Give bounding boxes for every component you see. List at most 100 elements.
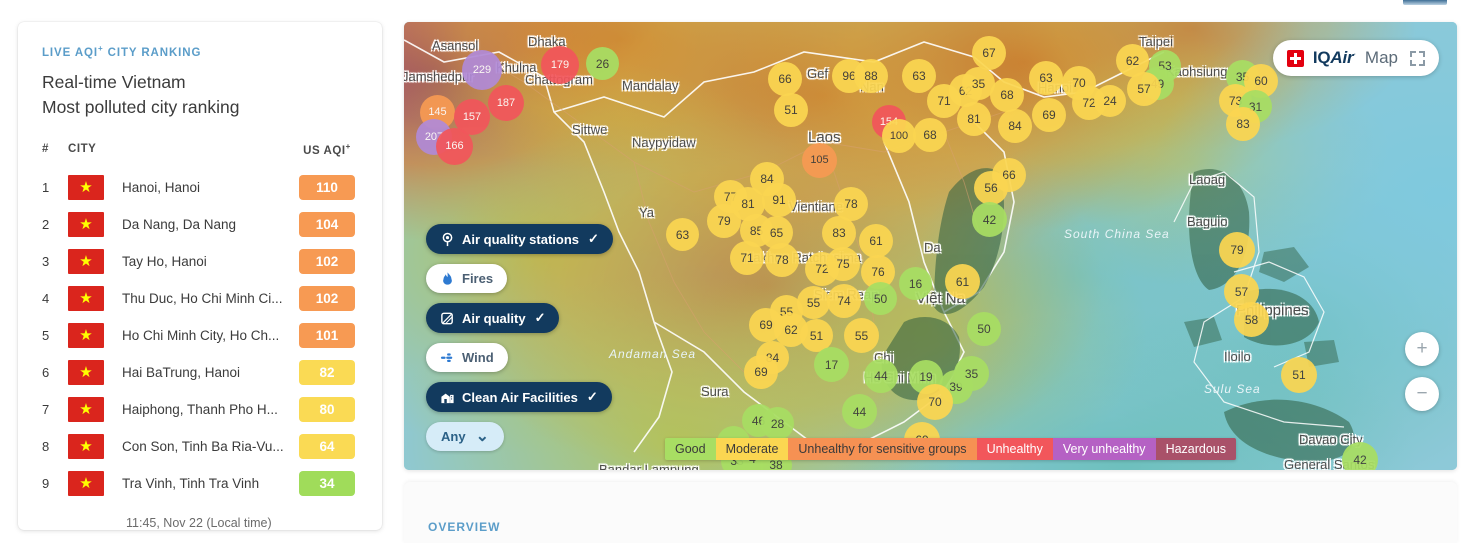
aqi-badge: 110 (299, 174, 355, 200)
layer-toggle-air-quality-stations[interactable]: Air quality stations ✓ (426, 224, 613, 254)
table-row[interactable]: 6 ★ Hai BaTrung, Hanoi 82 (42, 354, 358, 391)
iqair-map-badge[interactable]: IQAir· Map (1272, 40, 1439, 76)
city-name: Tay Ho, Hanoi (122, 253, 207, 269)
local-time-label: 11:45, Nov 22 (Local time) (126, 515, 272, 530)
row-city-cell: Da Nang, Da Nang (122, 206, 296, 243)
zoom-out-button[interactable]: − (1405, 377, 1439, 411)
station-marker[interactable]: 16 (899, 267, 932, 300)
layer-toggle-air-quality[interactable]: Air quality ✓ (426, 303, 560, 333)
legend-item: Unhealthy for sensitive groups (788, 438, 977, 460)
station-marker[interactable]: 57 (1127, 72, 1161, 106)
table-row[interactable]: 7 ★ Haiphong, Thanh Pho H... 80 (42, 391, 358, 428)
station-marker[interactable]: 71 (730, 241, 764, 275)
station-marker[interactable]: 70 (917, 384, 953, 420)
station-marker[interactable]: 74 (827, 284, 861, 318)
layer-toggle-wind[interactable]: Wind (426, 343, 508, 372)
station-marker[interactable]: 179 (541, 46, 579, 84)
vietnam-flag: ★ (68, 322, 104, 348)
row-rank: 5 (42, 327, 50, 343)
air-quality-map[interactable]: AsansolJamshedpurKhulnaDhakaChattogramMa… (404, 22, 1457, 470)
row-rank: 1 (42, 179, 50, 195)
station-marker[interactable]: 51 (1281, 357, 1317, 393)
station-marker[interactable]: 44 (864, 359, 898, 393)
station-marker[interactable]: 17 (814, 347, 849, 382)
station-marker[interactable]: 42 (1342, 442, 1378, 470)
row-rank: 3 (42, 253, 50, 269)
station-marker[interactable]: 69 (1032, 98, 1066, 132)
station-marker[interactable]: 44 (842, 394, 877, 429)
station-marker[interactable]: 35 (954, 356, 989, 391)
station-marker[interactable]: 100 (882, 119, 916, 153)
row-city-cell: Tra Vinh, Tinh Tra Vinh (122, 465, 296, 502)
station-marker[interactable]: 66 (768, 62, 802, 96)
map-layer-controls[interactable]: Air quality stations ✓ Fires Air quality ✓ Wi… (426, 224, 613, 451)
station-marker[interactable]: 50 (864, 282, 897, 315)
expand-icon[interactable] (1410, 50, 1425, 66)
station-marker[interactable]: 84 (998, 109, 1032, 143)
table-row[interactable]: 8 ★ Con Son, Tinh Ba Ria-Vu... 64 (42, 428, 358, 465)
station-marker[interactable]: 83 (822, 216, 856, 250)
table-header-row: # CITY US AQI+ (42, 142, 358, 169)
city-name: Da Nang, Da Nang (122, 216, 237, 232)
table-row[interactable]: 9 ★ Tra Vinh, Tinh Tra Vinh 34 (42, 465, 358, 502)
chevron-down-icon: ⌄ (475, 427, 489, 445)
station-marker[interactable]: 187 (488, 85, 524, 121)
row-aqi-cell: 102 (296, 280, 358, 317)
station-marker[interactable]: 50 (967, 312, 1001, 346)
row-city-cell: Ho Chi Minh City, Ho Ch... (122, 317, 296, 354)
title-line-2: Most polluted city ranking (42, 96, 240, 117)
station-marker[interactable]: 56 (974, 171, 1008, 205)
station-marker[interactable]: 63 (666, 218, 699, 251)
station-marker[interactable]: 75 (826, 247, 860, 281)
station-marker[interactable]: 78 (765, 243, 799, 277)
legend-item: Moderate (715, 438, 789, 460)
station-marker[interactable]: 69 (749, 308, 783, 342)
station-marker[interactable]: 105 (802, 143, 837, 178)
station-marker[interactable]: 91 (762, 183, 796, 217)
zoom-in-button[interactable]: + (1405, 332, 1439, 366)
station-marker[interactable]: 28 (761, 407, 794, 440)
station-marker[interactable]: 88 (854, 59, 888, 93)
row-rank: 2 (42, 216, 50, 232)
layer-toggle-clean-air-facilities[interactable]: Clean Air Facilities ✓ (426, 382, 612, 412)
table-row[interactable]: 5 ★ Ho Chi Minh City, Ho Ch... 101 (42, 317, 358, 354)
station-marker[interactable]: 79 (1219, 232, 1255, 268)
station-marker[interactable]: 24 (1094, 85, 1126, 117)
aqi-badge: 34 (299, 470, 355, 496)
station-marker[interactable]: 55 (844, 318, 879, 353)
row-aqi-cell: 34 (296, 465, 358, 502)
row-rank: 8 (42, 438, 50, 454)
station-marker[interactable]: 79 (707, 204, 741, 238)
city-name: Hanoi, Hanoi (122, 179, 201, 195)
station-marker[interactable]: 83 (1226, 107, 1260, 141)
vietnam-flag: ★ (68, 285, 104, 311)
table-row[interactable]: 4 ★ Thu Duc, Ho Chi Minh Ci... 102 (42, 280, 358, 317)
flame-icon (440, 271, 455, 286)
station-marker[interactable]: 81 (957, 102, 991, 136)
station-marker[interactable]: 58 (1234, 302, 1269, 337)
station-marker[interactable]: 68 (913, 118, 947, 152)
station-marker[interactable]: 42 (972, 202, 1007, 237)
layer-toggle-fires[interactable]: Fires (426, 264, 508, 293)
station-marker[interactable]: 67 (972, 36, 1006, 70)
aqi-badge: 102 (299, 285, 355, 311)
station-marker[interactable]: 69 (744, 355, 778, 389)
station-marker[interactable]: 229 (462, 50, 502, 90)
station-marker[interactable]: 166 (436, 128, 473, 165)
vietnam-flag: ★ (68, 396, 104, 422)
station-marker[interactable]: 61 (859, 224, 893, 258)
station-marker[interactable]: 61 (945, 264, 980, 299)
kicker-text: LIVE AQI (42, 46, 98, 59)
table-row[interactable]: 1 ★ Hanoi, Hanoi 110 (42, 169, 358, 206)
city-name: Hai BaTrung, Hanoi (122, 364, 241, 380)
station-marker[interactable]: 68 (990, 78, 1024, 112)
table-row[interactable]: 3 ★ Tay Ho, Hanoi 102 (42, 243, 358, 280)
station-marker[interactable]: 51 (774, 93, 808, 127)
station-marker[interactable]: 63 (1029, 61, 1063, 95)
station-filter-select[interactable]: Any ⌄ (426, 422, 504, 451)
station-marker[interactable]: 71 (927, 84, 961, 118)
station-marker[interactable]: 26 (586, 47, 619, 80)
table-row[interactable]: 2 ★ Da Nang, Da Nang 104 (42, 206, 358, 243)
station-marker[interactable]: 63 (902, 59, 936, 93)
map-zoom-controls[interactable]: + − (1405, 332, 1439, 422)
